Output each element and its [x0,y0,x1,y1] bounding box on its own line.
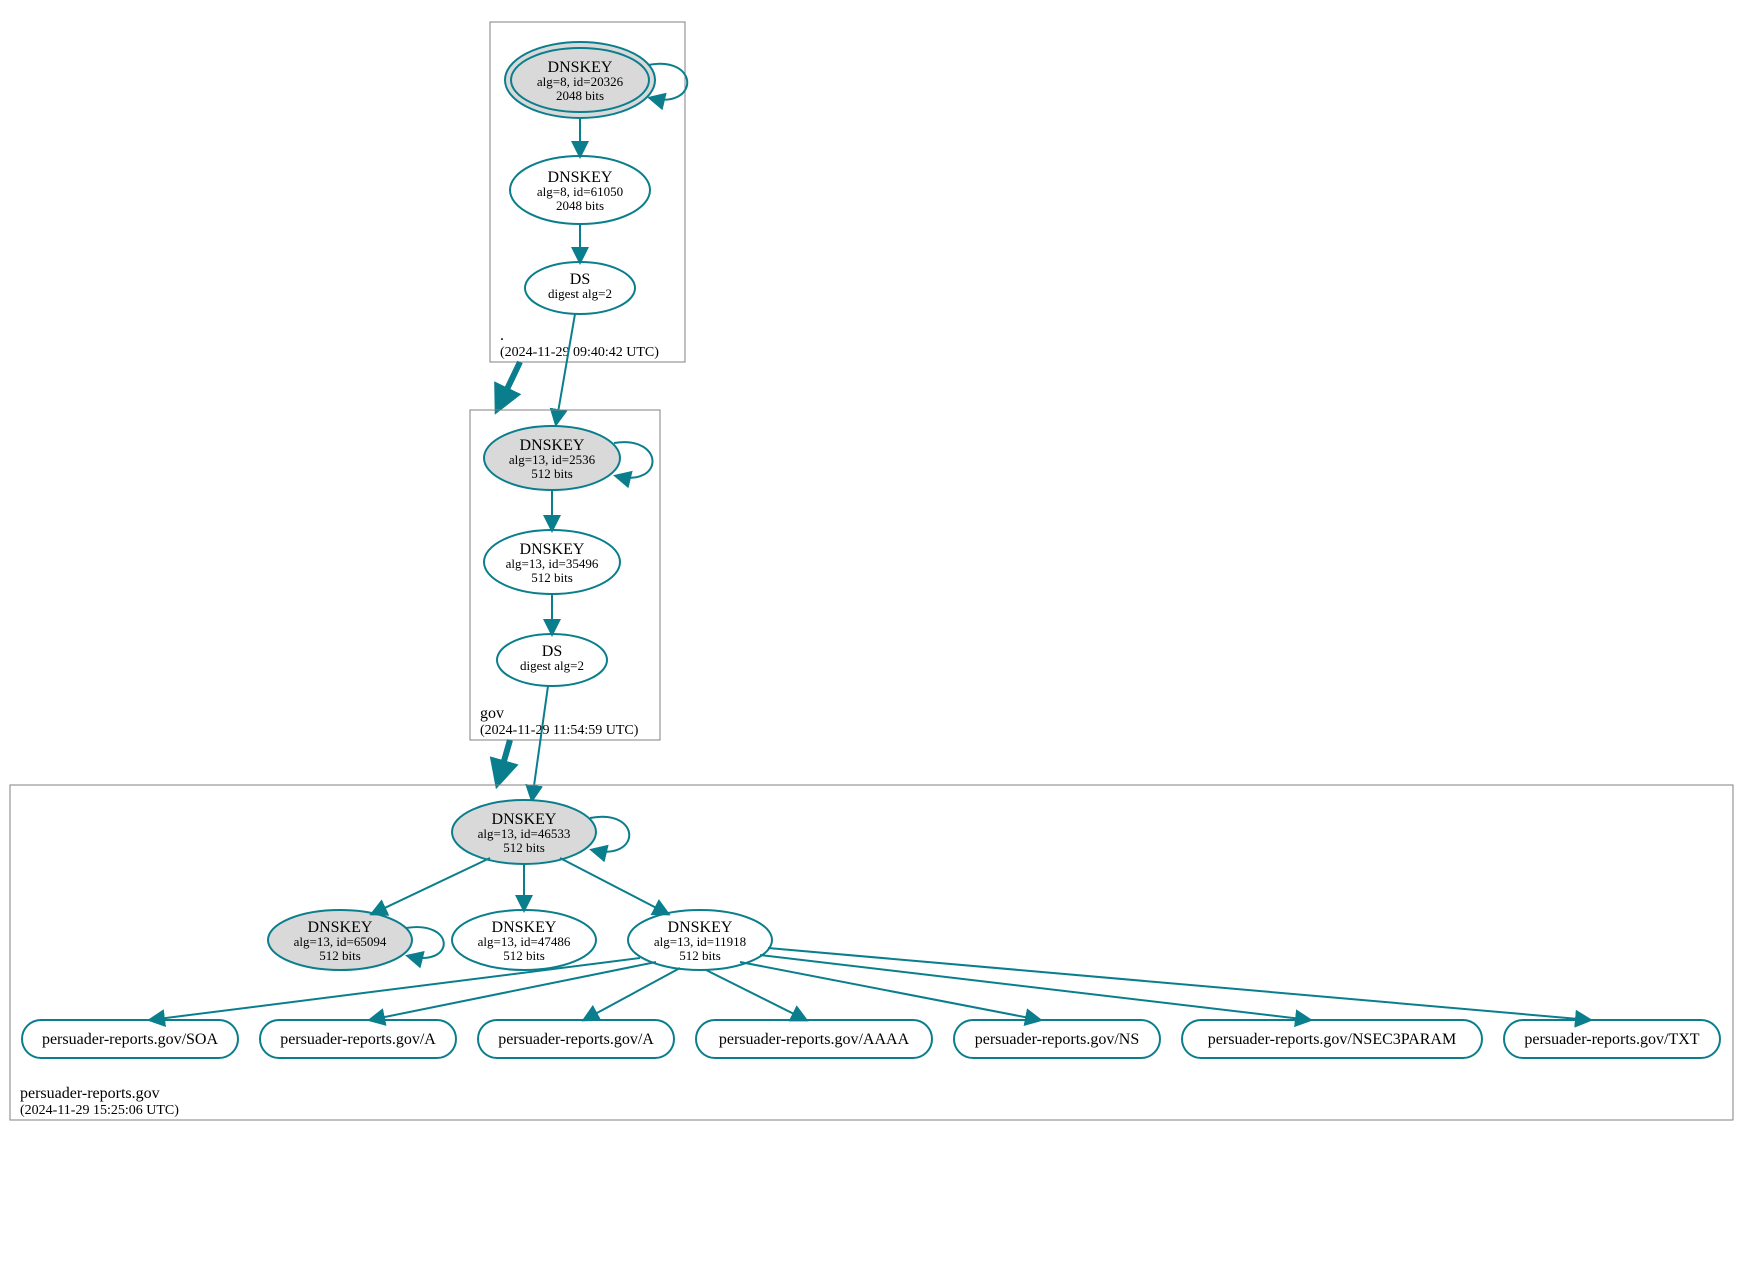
node-dom-zsk1[interactable]: DNSKEY alg=13, id=65094 512 bits [268,910,412,970]
svg-text:alg=13, id=11918: alg=13, id=11918 [654,934,746,949]
zone-gov-label: gov [480,705,504,722]
zone-root-label: . [500,327,504,344]
svg-text:2048 bits: 2048 bits [556,88,604,103]
zone-root: . (2024-11-29 09:40:42 UTC) DNSKEY alg=8… [490,22,687,362]
rr-a2[interactable]: persuader-reports.gov/A [478,1020,674,1058]
svg-text:persuader-reports.gov/NS: persuader-reports.gov/NS [975,1031,1140,1048]
svg-text:2048 bits: 2048 bits [556,198,604,213]
edge-zsk3-txt [768,948,1590,1020]
svg-text:alg=13, id=46533: alg=13, id=46533 [478,826,571,841]
svg-text:512 bits: 512 bits [679,948,721,963]
svg-text:persuader-reports.gov/TXT: persuader-reports.gov/TXT [1524,1031,1699,1048]
edge-gov-ds-to-dom-ksk [532,686,548,800]
edge-zsk3-aaaa [706,970,806,1020]
node-root-ksk[interactable]: DNSKEY alg=8, id=20326 2048 bits [505,42,655,118]
edge-zsk3-a1 [370,962,656,1020]
svg-text:persuader-reports.gov/A: persuader-reports.gov/A [280,1031,436,1048]
node-dom-ksk[interactable]: DNSKEY alg=13, id=46533 512 bits [452,800,596,864]
svg-text:512 bits: 512 bits [319,948,361,963]
rr-ns[interactable]: persuader-reports.gov/NS [954,1020,1160,1058]
svg-text:alg=13, id=2536: alg=13, id=2536 [509,452,596,467]
dnssec-graph: . (2024-11-29 09:40:42 UTC) DNSKEY alg=8… [0,0,1743,1278]
edge-zsk3-soa [150,958,640,1020]
node-gov-zsk[interactable]: DNSKEY alg=13, id=35496 512 bits [484,530,620,594]
svg-text:alg=13, id=35496: alg=13, id=35496 [506,556,599,571]
zone-gov-timestamp: (2024-11-29 11:54:59 UTC) [480,723,639,738]
zone-domain-timestamp: (2024-11-29 15:25:06 UTC) [20,1103,179,1118]
node-gov-ds[interactable]: DS digest alg=2 [497,634,607,686]
rr-txt[interactable]: persuader-reports.gov/TXT [1504,1020,1720,1058]
node-root-zsk[interactable]: DNSKEY alg=8, id=61050 2048 bits [510,156,650,224]
node-dom-zsk3[interactable]: DNSKEY alg=13, id=11918 512 bits [628,910,772,970]
zone-root-timestamp: (2024-11-29 09:40:42 UTC) [500,345,659,360]
edge-dom-ksk-zsk3 [560,858,668,914]
svg-text:digest alg=2: digest alg=2 [548,286,612,301]
edge-root-ds-to-gov-ksk [556,314,575,424]
svg-text:alg=8, id=20326: alg=8, id=20326 [537,74,624,89]
node-gov-ksk[interactable]: DNSKEY alg=13, id=2536 512 bits [484,426,620,490]
zone-gov: gov (2024-11-29 11:54:59 UTC) DNSKEY alg… [470,410,660,740]
svg-text:alg=8, id=61050: alg=8, id=61050 [537,184,623,199]
svg-text:persuader-reports.gov/SOA: persuader-reports.gov/SOA [42,1031,219,1048]
svg-text:digest alg=2: digest alg=2 [520,658,584,673]
svg-text:512 bits: 512 bits [503,840,545,855]
node-dom-zsk2[interactable]: DNSKEY alg=13, id=47486 512 bits [452,910,596,970]
svg-text:alg=13, id=65094: alg=13, id=65094 [294,934,387,949]
rr-soa[interactable]: persuader-reports.gov/SOA [22,1020,238,1058]
svg-text:persuader-reports.gov/AAAA: persuader-reports.gov/AAAA [719,1031,910,1048]
svg-text:persuader-reports.gov/NSEC3PAR: persuader-reports.gov/NSEC3PARAM [1208,1031,1456,1048]
rr-nsec3param[interactable]: persuader-reports.gov/NSEC3PARAM [1182,1020,1482,1058]
svg-text:alg=13, id=47486: alg=13, id=47486 [478,934,571,949]
edge-zsk3-a2 [584,968,680,1020]
edge-dom-ksk-zsk1 [372,858,490,914]
svg-text:persuader-reports.gov/A: persuader-reports.gov/A [498,1031,654,1048]
svg-text:512 bits: 512 bits [531,570,573,585]
rr-a1[interactable]: persuader-reports.gov/A [260,1020,456,1058]
rr-aaaa[interactable]: persuader-reports.gov/AAAA [696,1020,932,1058]
edge-zone-gov-to-domain [498,740,510,782]
svg-text:512 bits: 512 bits [503,948,545,963]
svg-text:512 bits: 512 bits [531,466,573,481]
edge-zone-root-to-gov [498,362,520,408]
zone-domain: persuader-reports.gov (2024-11-29 15:25:… [10,785,1733,1120]
node-root-ds[interactable]: DS digest alg=2 [525,262,635,314]
zone-domain-label: persuader-reports.gov [20,1085,160,1102]
